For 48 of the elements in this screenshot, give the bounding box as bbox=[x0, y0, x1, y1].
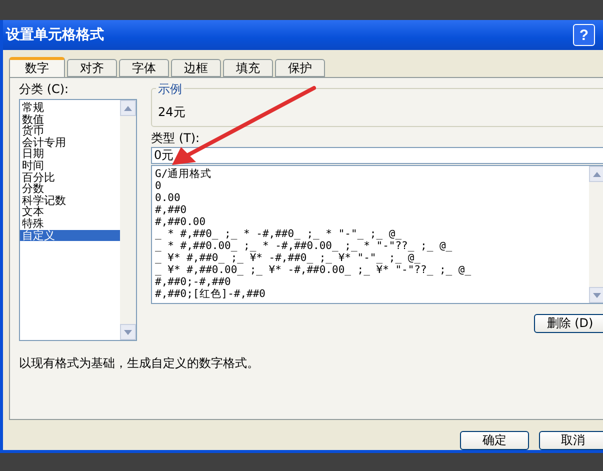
description-text: 以现有格式为基础，生成自定义的数字格式。 bbox=[19, 355, 260, 372]
category-item[interactable]: 分数 bbox=[20, 183, 120, 195]
category-item[interactable]: 会计专用 bbox=[20, 136, 120, 148]
sample-legend: 示例 bbox=[156, 81, 184, 98]
chevron-down-icon bbox=[593, 292, 601, 298]
format-item[interactable]: 0 bbox=[155, 180, 589, 192]
category-item[interactable]: 百分比 bbox=[20, 172, 120, 184]
category-item[interactable]: 文本 bbox=[20, 206, 120, 218]
format-item[interactable]: 0.00 bbox=[155, 192, 589, 204]
format-item[interactable]: _ ¥* #,##0.00_ ;_ ¥* -#,##0.00_ ;_ ¥* "-"??_ ;_ @_ bbox=[155, 264, 589, 276]
category-item[interactable]: 科学记数 bbox=[20, 194, 120, 206]
scrollbar[interactable] bbox=[589, 166, 603, 303]
format-item[interactable]: #,##0.00 bbox=[155, 216, 589, 228]
help-button[interactable]: ? bbox=[573, 24, 595, 46]
category-item[interactable]: 自定义 bbox=[20, 230, 120, 242]
format-list[interactable] bbox=[151, 165, 603, 304]
format-item[interactable]: _ * #,##0.00_ ;_ * -#,##0.00_ ;_ * "-"??_ ;_ @_ bbox=[155, 240, 589, 252]
category-item[interactable]: 特殊 bbox=[20, 218, 120, 230]
cancel-button[interactable]: 取消 bbox=[538, 431, 603, 450]
tab[interactable]: 填充 bbox=[223, 59, 273, 77]
category-item[interactable]: 数值 bbox=[20, 114, 120, 126]
tab[interactable]: 保护 bbox=[275, 59, 325, 77]
tab[interactable]: 对齐 bbox=[67, 59, 117, 77]
category-list[interactable]: 常规 数值 货币 会计专用 日期 时间 百分比 分数 科学记数 文本 特殊 自定义 bbox=[19, 99, 137, 341]
format-item[interactable]: #,##0;[红色]-#,##0 bbox=[155, 288, 589, 300]
category-item[interactable]: 日期 bbox=[20, 148, 120, 160]
sample-value: 24元 bbox=[158, 104, 186, 121]
tab[interactable]: 边框 bbox=[171, 59, 221, 77]
window-title: 设置单元格格式 bbox=[6, 26, 104, 44]
format-item[interactable]: _ ¥* #,##0_ ;_ ¥* -#,##0_ ;_ ¥* "-"_ ;_ @_ bbox=[155, 252, 589, 264]
format-item[interactable]: #,##0;-#,##0 bbox=[155, 276, 589, 288]
chevron-down-icon bbox=[124, 330, 132, 334]
type-input[interactable]: 0元 bbox=[151, 147, 603, 164]
category-item[interactable]: 时间 bbox=[20, 160, 120, 172]
type-label: 类型 (T): bbox=[151, 131, 201, 145]
chevron-up-icon bbox=[593, 172, 601, 176]
format-item[interactable]: G/通用格式 bbox=[155, 168, 589, 180]
format-item[interactable]: #,##0 bbox=[155, 204, 589, 216]
category-item[interactable]: 常规 bbox=[20, 102, 120, 114]
ok-button[interactable]: 确定 bbox=[460, 431, 528, 450]
tab[interactable]: 字体 bbox=[119, 59, 169, 77]
format-item[interactable]: _ * #,##0_ ;_ * -#,##0_ ;_ * "-"_ ;_ @_ bbox=[155, 228, 589, 240]
delete-button[interactable]: 删除 (D) bbox=[534, 314, 603, 333]
category-item[interactable]: 货币 bbox=[20, 125, 120, 137]
chevron-up-icon bbox=[124, 106, 132, 110]
category-label: 分类 (C): bbox=[19, 82, 70, 96]
tab[interactable]: 数字 bbox=[9, 57, 65, 77]
scrollbar[interactable] bbox=[120, 100, 136, 340]
